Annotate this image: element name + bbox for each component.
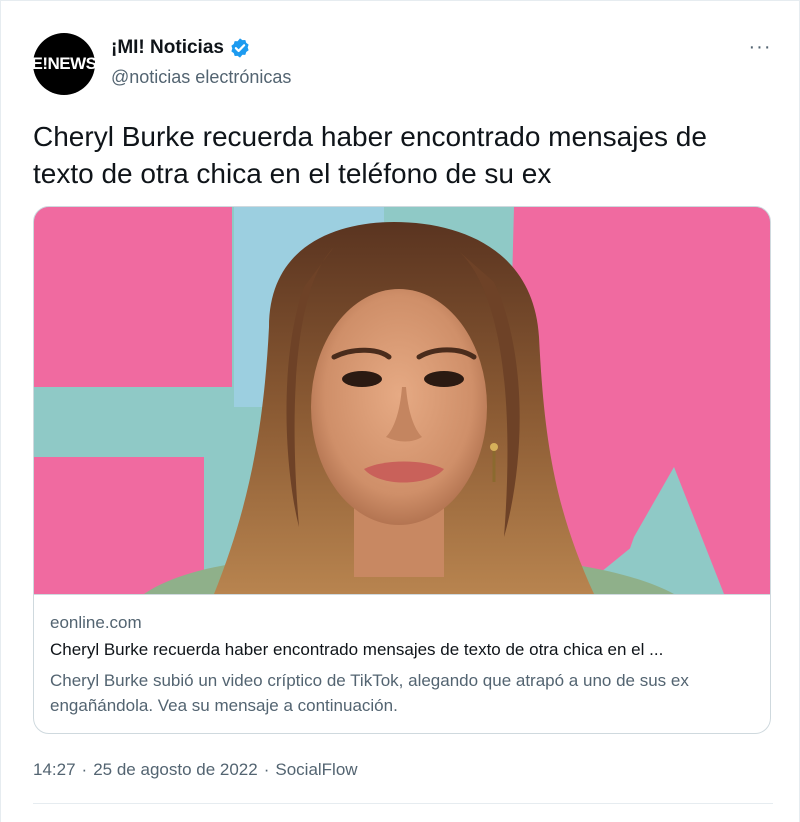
card-domain: eonline.com	[50, 613, 142, 632]
account-handle[interactable]: @noticias electrónicas	[111, 67, 291, 88]
divider	[33, 803, 773, 804]
account-name-row[interactable]: ¡MI! Noticias	[111, 37, 251, 59]
account-name[interactable]: ¡MI! Noticias	[111, 37, 224, 59]
tweet-source[interactable]: SocialFlow	[275, 760, 357, 780]
avatar-text: E!NEWS	[31, 54, 98, 73]
card-image[interactable]	[34, 207, 770, 595]
link-card[interactable]: eonline.com Cheryl Burke recuerda haber …	[33, 206, 771, 734]
avatar[interactable]: E!NEWS	[31, 33, 98, 95]
more-options-icon[interactable]: ···	[747, 37, 773, 57]
tweet-text: Cheryl Burke recuerda haber encontrado m…	[33, 121, 707, 189]
tweet: E!NEWS ¡MI! Noticias @noticias electróni…	[0, 0, 800, 822]
card-description: Cheryl Burke subió un video críptico de …	[50, 671, 689, 715]
verified-badge-icon	[231, 38, 249, 58]
tweet-date[interactable]: 25 de agosto de 2022	[93, 760, 257, 780]
tweet-time[interactable]: 14:27	[33, 760, 76, 780]
separator: ·	[263, 760, 270, 779]
card-title: Cheryl Burke recuerda haber encontrado m…	[50, 640, 664, 659]
separator: ·	[81, 760, 88, 779]
tweet-footer: 14:27 · 25 de agosto de 2022 · SocialFlo…	[33, 760, 358, 780]
portrait-photo	[34, 207, 770, 594]
